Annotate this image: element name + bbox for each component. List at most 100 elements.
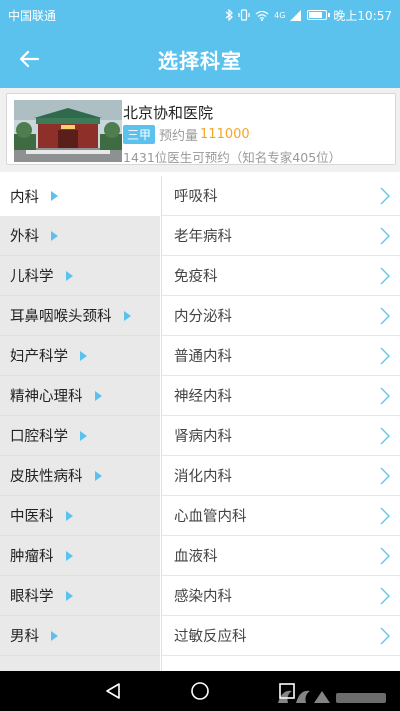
category-label: 内科 [10, 189, 39, 206]
triangle-right-icon [51, 630, 58, 641]
nav-home-button[interactable] [185, 676, 215, 706]
hospital-card-body[interactable]: 北京协和医院 三甲 预约量 111000 1431位医生可预约（知名专家405位… [6, 93, 396, 165]
subdepartment-item[interactable]: 神经内科 [162, 376, 400, 416]
chevron-right-icon [380, 427, 390, 444]
subdepartment-item[interactable]: 呼吸科 [162, 176, 400, 216]
subdepartment-label: 老年病科 [174, 229, 232, 245]
subdepartment-label: 心血管内科 [174, 509, 247, 525]
category-label: 外科 [10, 229, 39, 245]
carrier-label: 中国联通 [8, 8, 57, 23]
status-right: 4G 晚上10:57 [225, 7, 392, 24]
category-label: 精神心理科 [10, 389, 83, 405]
category-label: 眼科学 [10, 589, 54, 605]
chevron-right-icon [380, 307, 390, 324]
watermark-logo [274, 683, 394, 709]
subdepartment-item[interactable]: 心血管内科 [162, 496, 400, 536]
back-button[interactable] [14, 44, 44, 74]
triangle-right-icon [80, 350, 87, 361]
triangle-right-icon [65, 550, 73, 561]
category-item[interactable]: 眼科学 [0, 576, 160, 616]
department-lists: 内科 外科 儿科学 耳鼻咽喉头颈科 妇产科学 精神心理科 口腔科学 皮肤性病科 … [0, 176, 400, 671]
subdepartment-list: 呼吸科 老年病科 免疫科 内分泌科 普通内科 神经内科 肾病内科 消化内科 心血… [161, 176, 400, 671]
category-label: 耳鼻咽喉头颈科 [10, 309, 112, 325]
department-category-list: 内科 外科 儿科学 耳鼻咽喉头颈科 妇产科学 精神心理科 口腔科学 皮肤性病科 … [0, 176, 160, 671]
subdepartment-item[interactable]: 消化内科 [162, 456, 400, 496]
status-icons: 4G [225, 9, 331, 21]
chevron-right-icon [380, 627, 390, 644]
subdepartment-label: 免疫科 [174, 269, 218, 285]
category-label: 肿瘤科 [10, 549, 54, 565]
hospital-card: 北京协和医院 三甲 预约量 111000 1431位医生可预约（知名专家405位… [0, 88, 400, 172]
triangle-right-icon [80, 430, 87, 441]
category-item[interactable]: 口腔科学 [0, 416, 160, 456]
appointment-count: 111000 [200, 127, 250, 142]
subdepartment-item[interactable]: 过敏反应科 [162, 616, 400, 656]
bluetooth-icon [225, 9, 233, 21]
nav-back-button[interactable] [98, 676, 128, 706]
grade-badge: 三甲 [123, 125, 156, 144]
title-bar: 选择科室 [0, 30, 400, 88]
triangle-right-icon [94, 470, 102, 481]
category-label: 中医科 [10, 509, 54, 525]
category-item[interactable]: 中医科 [0, 496, 160, 536]
doctor-count: 1431位医生可预约（知名专家405位） [123, 150, 342, 165]
network-type-label: 4G [274, 10, 286, 20]
signal-icon [290, 9, 302, 21]
vibrate-icon [238, 9, 250, 21]
subdepartment-label: 内分泌科 [174, 309, 232, 325]
chevron-right-icon [380, 347, 390, 364]
hospital-photo [14, 100, 122, 162]
category-label: 儿科学 [10, 269, 54, 285]
triangle-back-icon [106, 683, 121, 699]
subdepartment-label: 神经内科 [174, 389, 232, 405]
subdepartment-label: 普通内科 [174, 349, 232, 365]
subdepartment-label: 肾病内科 [174, 429, 232, 445]
battery-icon [307, 10, 331, 20]
subdepartment-item[interactable]: 老年病科 [162, 216, 400, 256]
category-item[interactable]: 精神心理科 [0, 376, 160, 416]
category-item[interactable]: 男科 [0, 616, 160, 656]
category-item[interactable]: 外科 [0, 216, 160, 256]
category-item[interactable]: 皮肤性病科 [0, 456, 160, 496]
chevron-right-icon [380, 587, 390, 604]
subdepartment-item[interactable]: 普通内科 [162, 336, 400, 376]
triangle-right-icon [94, 390, 102, 401]
chevron-right-icon [380, 387, 390, 404]
category-label: 男科 [10, 629, 39, 645]
subdepartment-item[interactable]: 内分泌科 [162, 296, 400, 336]
subdepartment-item[interactable]: 免疫科 [162, 256, 400, 296]
category-item[interactable]: 耳鼻咽喉头颈科 [0, 296, 160, 336]
chevron-right-icon [380, 267, 390, 284]
hospital-name: 北京协和医院 [123, 104, 214, 122]
subdepartment-item[interactable]: 肾病内科 [162, 416, 400, 456]
subdepartment-label: 消化内科 [174, 469, 232, 485]
arrow-left-icon [19, 50, 39, 68]
status-bar: 中国联通 4G 晚上10:57 [0, 0, 400, 30]
circle-home-icon [191, 682, 209, 700]
wifi-icon [255, 10, 269, 21]
triangle-right-icon [65, 270, 73, 281]
subdepartment-label: 血液科 [174, 549, 218, 565]
category-label: 口腔科学 [10, 429, 68, 445]
subdepartment-label: 呼吸科 [174, 189, 218, 205]
category-item[interactable]: 儿科学 [0, 256, 160, 296]
category-item[interactable]: 肿瘤科 [0, 536, 160, 576]
hospital-meta: 三甲 预约量 111000 [123, 125, 250, 144]
triangle-right-icon [65, 510, 73, 521]
triangle-right-icon [65, 590, 73, 601]
subdepartment-label: 感染内科 [174, 589, 232, 605]
clock-label: 晚上10:57 [333, 8, 392, 23]
chevron-right-icon [380, 467, 390, 484]
subdepartment-item[interactable]: 血液科 [162, 536, 400, 576]
chevron-right-icon [380, 227, 390, 244]
chevron-right-icon [380, 547, 390, 564]
subdepartment-label: 过敏反应科 [174, 629, 247, 645]
category-label: 妇产科学 [10, 349, 68, 365]
subdepartment-item[interactable]: 感染内科 [162, 576, 400, 616]
category-item[interactable]: 妇产科学 [0, 336, 160, 376]
appointment-label: 预约量 [159, 129, 199, 144]
page-title: 选择科室 [158, 48, 242, 73]
triangle-right-icon [123, 310, 131, 321]
triangle-right-icon [51, 230, 58, 241]
category-item[interactable]: 内科 [0, 176, 160, 216]
